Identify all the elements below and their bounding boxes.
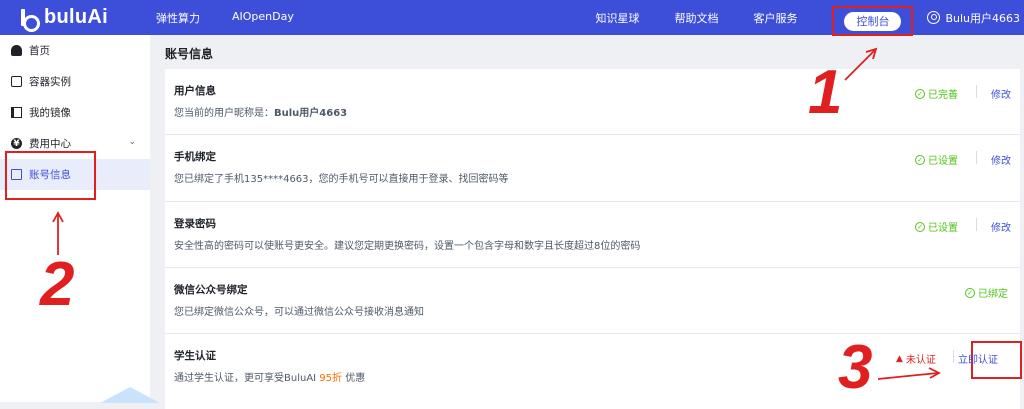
arrow-3 xyxy=(877,367,941,380)
decorative-shape xyxy=(100,387,160,403)
arrow-2 xyxy=(52,211,64,255)
annotation-number-3: 3 xyxy=(838,333,873,402)
annotation-number-2: 2 xyxy=(40,250,75,319)
arrow-1 xyxy=(844,47,878,81)
annotation-number-1: 1 xyxy=(808,58,843,127)
